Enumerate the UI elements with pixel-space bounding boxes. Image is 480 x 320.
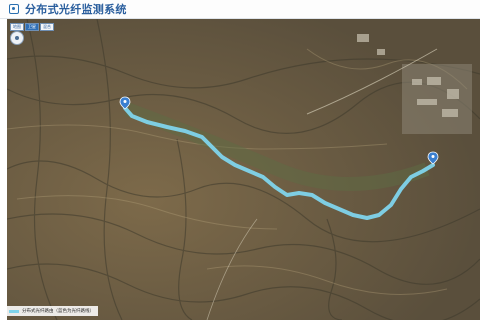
system-logo-icon [9,4,19,14]
app-header: 分布式光纤监测系统 [0,0,480,19]
satellite-imagery[interactable] [7,19,480,320]
map-type-satellite-button[interactable]: 卫星 [25,23,39,31]
map-type-hybrid-button[interactable]: 混合 [40,23,54,31]
legend-text: 分布式光纤路由（蓝色为光纤路线） [22,309,94,314]
app-title: 分布式光纤监测系统 [25,3,127,16]
satellite-map[interactable]: 地图 卫星 混合 分布式光纤路由（蓝色为光纤路线） [7,19,480,320]
map-legend: 分布式光纤路由（蓝色为光纤路线） [7,306,98,316]
legend-route-swatch-icon [9,309,19,313]
map-type-map-button[interactable]: 地图 [10,23,24,31]
app-window: 分布式光纤监测系统 地图 卫星 混合 分布式光纤路由（蓝色为光纤路线） [0,0,480,320]
map-type-switcher: 地图 卫星 混合 [10,23,54,31]
map-navigation-control-icon[interactable] [10,31,24,45]
